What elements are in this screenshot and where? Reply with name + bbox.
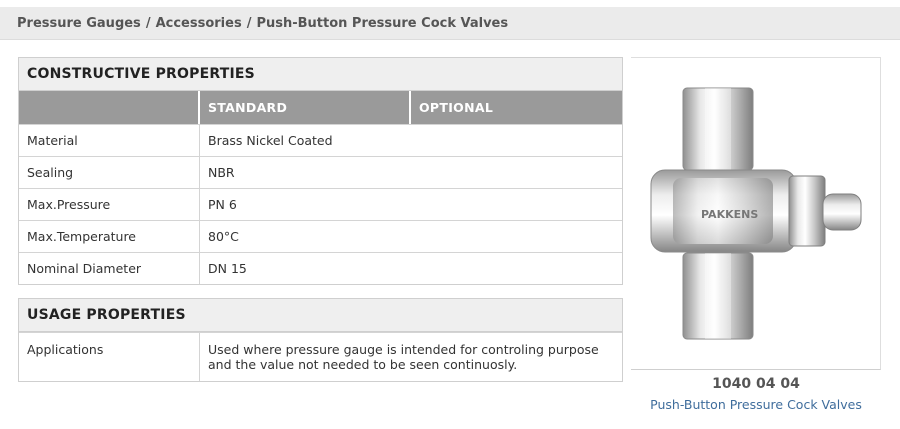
table-row: Material Brass Nickel Coated [19,124,622,156]
property-label: Sealing [19,157,200,188]
column-header-property [19,91,200,124]
breadcrumb-item-pressure-gauges[interactable]: Pressure Gauges [17,16,141,31]
breadcrumb: Pressure Gauges / Accessories / Push-But… [0,7,900,40]
column-header-standard: STANDARD [200,91,411,124]
breadcrumb-item-current: Push-Button Pressure Cock Valves [256,15,509,31]
property-label: Max.Temperature [19,221,200,252]
valve-product-image: PAKKENS [650,87,862,340]
constructive-properties-panel: CONSTRUCTIVE PROPERTIES STANDARD OPTIONA… [18,57,623,285]
breadcrumb-separator: / [145,15,151,31]
usage-properties-panel: USAGE PROPERTIES Applications Used where… [18,298,623,382]
breadcrumb-separator: / [246,15,252,31]
properties-table-header: STANDARD OPTIONAL [19,91,622,124]
product-image-card[interactable]: PAKKENS [631,57,881,370]
property-value: NBR [208,165,235,180]
property-value: Used where pressure gauge is intended fo… [208,342,599,372]
property-label: Max.Pressure [19,189,200,220]
table-row: Sealing NBR [19,156,622,188]
breadcrumb-item-accessories[interactable]: Accessories [156,16,242,31]
property-label: Material [19,125,200,156]
table-row: Max.Temperature 80°C [19,220,622,252]
property-value: PN 6 [208,197,237,212]
product-name-link[interactable]: Push-Button Pressure Cock Valves [631,397,881,412]
product-code: 1040 04 04 [712,376,800,392]
property-label: Applications [19,333,200,381]
column-header-optional: OPTIONAL [419,100,494,115]
property-label: Nominal Diameter [19,253,200,284]
constructive-properties-title: CONSTRUCTIVE PROPERTIES [19,58,622,91]
property-value: Brass Nickel Coated [208,133,333,148]
product-engraving: PAKKENS [701,208,758,221]
table-row: Max.Pressure PN 6 [19,188,622,220]
property-value: 80°C [208,229,239,244]
table-row: Nominal Diameter DN 15 [19,252,622,284]
table-row: Applications Used where pressure gauge i… [19,332,622,381]
usage-properties-title: USAGE PROPERTIES [19,299,622,332]
property-value: DN 15 [208,261,247,276]
